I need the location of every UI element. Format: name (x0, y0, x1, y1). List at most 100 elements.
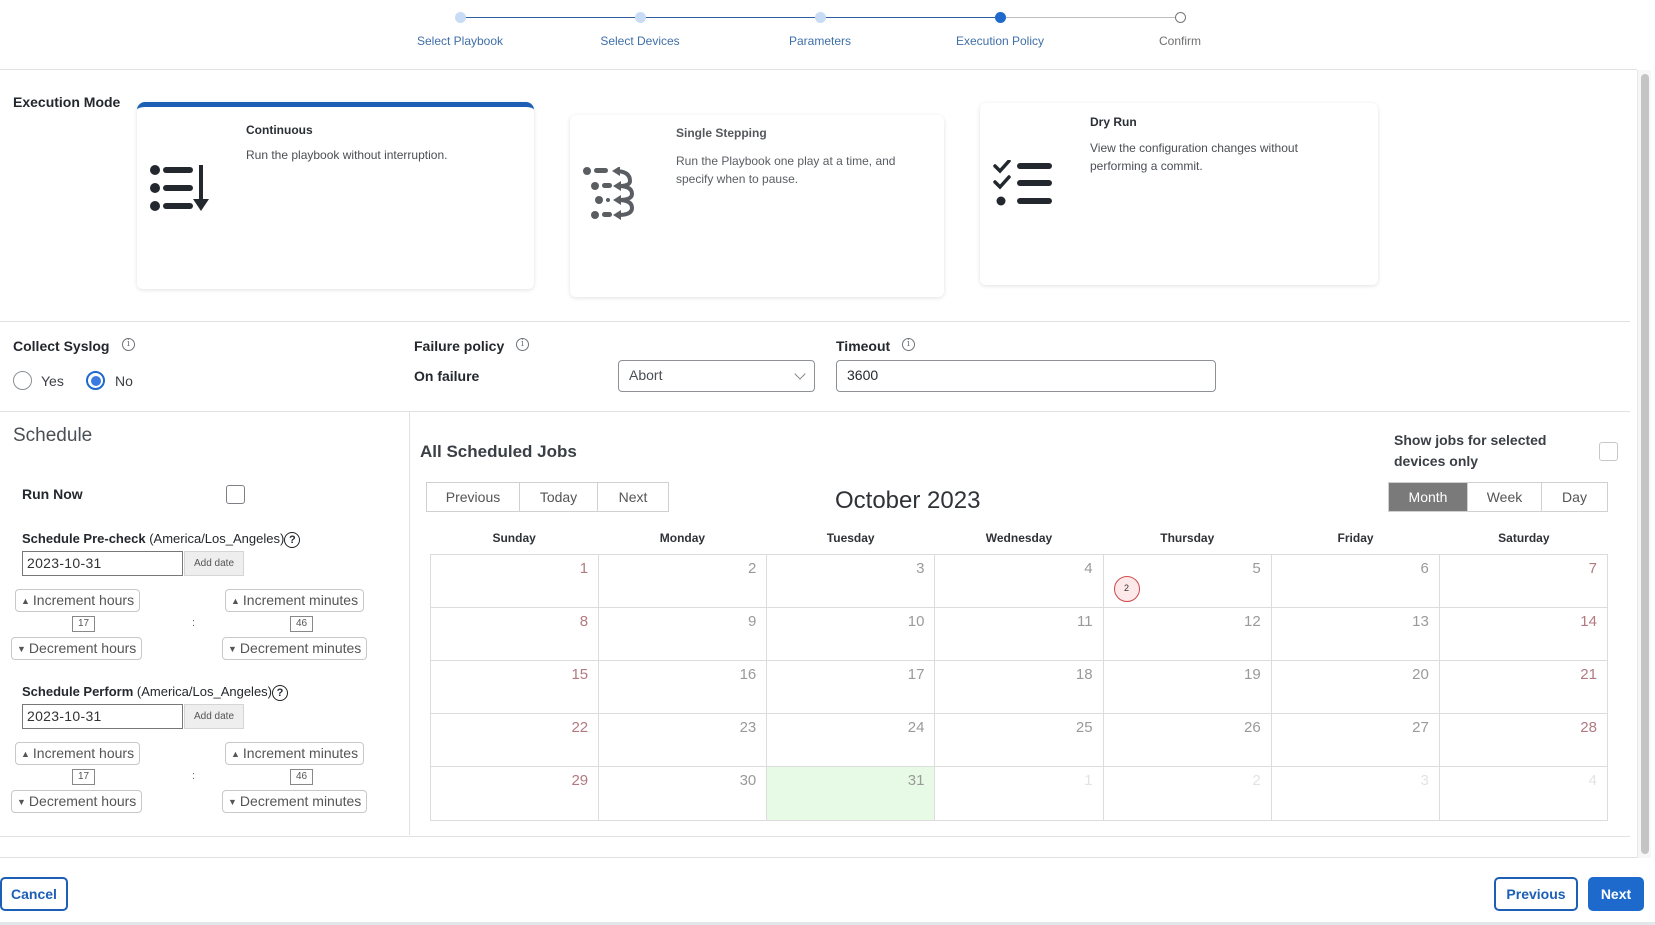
calendar-day-cell[interactable]: 24 (767, 714, 936, 766)
scrollbar-thumb[interactable] (1641, 74, 1649, 854)
mode-card-dry-run[interactable]: Dry Run View the configuration changes w… (980, 103, 1378, 285)
calendar-day-cell[interactable]: 14 (1440, 608, 1607, 660)
step-dot-select-devices[interactable] (635, 12, 646, 23)
chevron-down-icon: ▼ (228, 644, 237, 654)
button-label: Decrement minutes (239, 640, 362, 656)
calendar-day-cell[interactable]: 9 (599, 608, 768, 660)
calendar-day-cell[interactable]: 21 (1440, 661, 1607, 713)
perform-increment-minutes-button[interactable]: ▲ Increment minutes (225, 742, 365, 765)
step-dot-select-playbook[interactable] (455, 12, 466, 23)
day-number: 31 (907, 772, 925, 789)
perform-date-input[interactable]: 2023-10-31 (22, 704, 183, 729)
calendar-day-cell[interactable]: 3 (767, 555, 936, 607)
show-selected-devices-checkbox[interactable] (1599, 442, 1618, 461)
view-month-button[interactable]: Month (1389, 483, 1468, 511)
perform-decrement-hours-button[interactable]: ▼ Decrement hours (11, 790, 143, 813)
calendar-day-cell[interactable]: 13 (1272, 608, 1440, 660)
calendar-day-cell[interactable]: 4 (1440, 767, 1607, 820)
mode-card-single-stepping[interactable]: Single Stepping Run the Playbook one pla… (570, 115, 944, 297)
info-icon[interactable]: i (902, 338, 915, 351)
precheck-increment-minutes-button[interactable]: ▲ Increment minutes (225, 589, 365, 612)
calendar-day-cell[interactable]: 16 (599, 661, 768, 713)
calendar-day-cell[interactable]: 2 (1104, 767, 1272, 820)
calendar-day-cell[interactable]: 30 (599, 767, 768, 820)
calendar-day-cell[interactable]: 12 (1104, 608, 1272, 660)
perform-minutes-value[interactable]: 46 (290, 769, 313, 785)
scheduled-jobs-title: All Scheduled Jobs (420, 442, 577, 461)
calendar-day-cell[interactable]: 1 (935, 767, 1104, 820)
previous-button[interactable]: Previous (1494, 877, 1578, 911)
precheck-decrement-minutes-button[interactable]: ▼ Decrement minutes (222, 637, 368, 660)
perform-decrement-minutes-button[interactable]: ▼ Decrement minutes (222, 790, 368, 813)
timeout-label: Timeout (836, 338, 891, 354)
step-label-select-playbook[interactable]: Select Playbook (370, 34, 550, 48)
info-icon[interactable]: i (516, 338, 529, 351)
mode-card-title: Single Stepping (676, 126, 767, 140)
info-icon[interactable]: i (122, 338, 135, 351)
job-count-badge[interactable]: 2 (1113, 576, 1140, 602)
mode-card-continuous[interactable]: Continuous Run the playbook without inte… (137, 102, 534, 289)
perform-add-date-button[interactable]: Add date (184, 704, 244, 729)
calendar-day-cell[interactable]: 52 (1104, 555, 1272, 607)
mode-card-description: Run the playbook without interruption. (246, 148, 448, 162)
step-dot-parameters[interactable] (815, 12, 826, 23)
calendar-day-cell[interactable]: 20 (1272, 661, 1440, 713)
calendar-day-cell[interactable]: 31 (767, 767, 936, 820)
syslog-yes-label[interactable]: Yes (41, 373, 64, 389)
perform-hours-value[interactable]: 17 (72, 769, 95, 785)
step-dot-execution-policy[interactable] (995, 12, 1006, 23)
syslog-no-radio[interactable] (86, 371, 105, 390)
calendar-day-cell[interactable]: 1 (431, 555, 600, 607)
view-week-button[interactable]: Week (1468, 483, 1542, 511)
chevron-down-icon (794, 368, 806, 380)
calendar-day-cell[interactable]: 4 (935, 555, 1104, 607)
help-icon[interactable]: ? (272, 684, 289, 701)
calendar-week-row: 8 9 10 11 12 13 14 (431, 608, 1607, 661)
calendar-day-cell[interactable]: 27 (1272, 714, 1440, 766)
calendar-next-button[interactable]: Next (598, 483, 668, 511)
day-number: 3 (1420, 772, 1429, 789)
calendar-day-cell[interactable]: 6 (1272, 555, 1440, 607)
calendar-day-cell[interactable]: 11 (935, 608, 1104, 660)
calendar-day-cell[interactable]: 2 (599, 555, 768, 607)
step-label-execution-policy[interactable]: Execution Policy (910, 34, 1090, 48)
next-button[interactable]: Next (1588, 877, 1644, 911)
calendar-day-cell[interactable]: 8 (431, 608, 600, 660)
view-day-button[interactable]: Day (1542, 483, 1607, 511)
precheck-add-date-button[interactable]: Add date (184, 551, 244, 576)
calendar-day-cell[interactable]: 23 (599, 714, 768, 766)
calendar-day-cell[interactable]: 15 (431, 661, 600, 713)
calendar-day-cell[interactable]: 3 (1272, 767, 1440, 820)
calendar-day-cell[interactable]: 26 (1104, 714, 1272, 766)
execution-mode-title: Execution Mode (13, 94, 121, 110)
precheck-minutes-value[interactable]: 46 (290, 616, 313, 632)
precheck-date-input[interactable]: 2023-10-31 (22, 551, 183, 576)
on-failure-select[interactable]: Abort (618, 360, 815, 392)
cancel-button[interactable]: Cancel (0, 877, 68, 911)
syslog-yes-radio[interactable] (13, 371, 32, 390)
precheck-timezone: (America/Los_Angeles) (149, 531, 285, 546)
calendar-day-cell[interactable]: 18 (935, 661, 1104, 713)
calendar-day-cell[interactable]: 22 (431, 714, 600, 766)
perform-increment-hours-button[interactable]: ▲ Increment hours (15, 742, 141, 765)
weekday-header: Thursday (1160, 531, 1215, 545)
step-label-parameters[interactable]: Parameters (730, 34, 910, 48)
calendar-previous-button[interactable]: Previous (427, 483, 520, 511)
day-number: 5 (1252, 560, 1261, 577)
calendar-day-cell[interactable]: 19 (1104, 661, 1272, 713)
calendar-day-cell[interactable]: 17 (767, 661, 936, 713)
precheck-decrement-hours-button[interactable]: ▼ Decrement hours (11, 637, 143, 660)
calendar-today-button[interactable]: Today (520, 483, 598, 511)
precheck-increment-hours-button[interactable]: ▲ Increment hours (15, 589, 141, 612)
help-icon[interactable]: ? (284, 531, 301, 548)
timeout-input[interactable]: 3600 (836, 360, 1216, 392)
syslog-no-label[interactable]: No (115, 373, 133, 389)
step-label-select-devices[interactable]: Select Devices (550, 34, 730, 48)
calendar-day-cell[interactable]: 28 (1440, 714, 1607, 766)
calendar-day-cell[interactable]: 7 (1440, 555, 1607, 607)
calendar-day-cell[interactable]: 29 (431, 767, 600, 820)
precheck-hours-value[interactable]: 17 (72, 616, 95, 632)
calendar-day-cell[interactable]: 25 (935, 714, 1104, 766)
calendar-day-cell[interactable]: 10 (767, 608, 936, 660)
run-now-checkbox[interactable] (226, 485, 245, 504)
